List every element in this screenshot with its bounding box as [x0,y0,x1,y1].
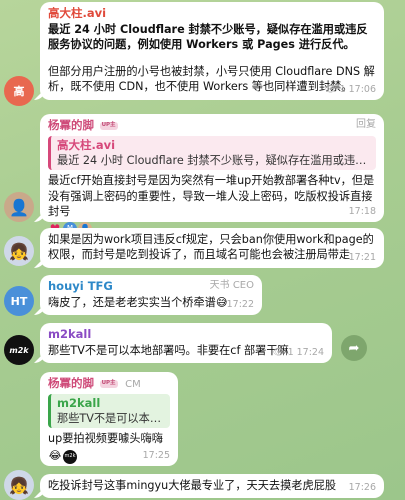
avatar-initial: HT [10,294,28,308]
reply-label: 回复 [356,119,376,130]
avatar-photo-icon: 👧 [9,241,29,261]
avatar-houyi[interactable]: HT [4,286,34,316]
avatar-photo-icon: 👧 [9,475,29,495]
role-label: 天书 CEO [209,280,254,291]
avatar-gaodazhu[interactable]: 高 [4,76,34,106]
quote-sender: 高大柱.avi [57,137,116,152]
message-bubble[interactable]: 吃投诉封号这事mingyu大佬最专业了，天天去摸老虎屁股 17:26 [40,474,384,498]
laugh-emoji-icon[interactable]: 😂 [48,449,62,464]
message-text: 如果是因为work项目违反cf规定，只会ban你使用work和page的权限，而… [48,233,374,262]
avatar-initial: 高 [13,85,25,98]
message-meta: 👁 1 17:06 [325,84,377,97]
avatar-anime[interactable]: 👧 [4,236,34,266]
quote-text: 那些TV不是可以本地部... [57,412,164,426]
reply-quote[interactable]: m2kall 那些TV不是可以本地部... [48,393,170,429]
message-bubble[interactable]: 杨冪的脚 UP主 CM m2kall 那些TV不是可以本地部... up要拍视频… [40,372,178,466]
message-text: 吃投诉封号这事mingyu大佬最专业了，天天去摸老虎屁股 [48,479,337,492]
role-label: CM [125,379,141,390]
share-button[interactable]: ➦ [341,335,367,361]
message-meta: 17:26 [349,482,376,495]
message-meta: 17:25 [143,450,170,463]
timestamp: 17:26 [348,482,376,494]
avatar-yangmi[interactable]: 👤 [4,192,34,222]
sender-name[interactable]: 杨冪的脚 [48,118,94,132]
share-icon: ➦ [348,340,360,356]
message-text: up要拍视频要噱头嗨嗨 [48,432,163,446]
sender-name[interactable]: 杨冪的脚 [48,376,94,390]
timestamp: 17:18 [348,206,376,218]
views-icon: 👁 [324,84,337,96]
views-icon: 👁 [272,347,285,359]
message-bubble[interactable]: houyi TFG 天书 CEO 嗨皮了，还是老老实实当个桥牵谱😅 17:22 [40,275,262,315]
up-badge: UP主 [99,122,118,130]
message-meta: 👁 1 17:24 [273,347,325,360]
avatar-initial: m2k [9,345,29,355]
timestamp: 17:21 [348,252,376,264]
up-badge: UP主 [99,380,118,388]
message-bubble[interactable]: 高大柱.avi 最近 24 小时 Cloudflare 封禁不少账号，疑似存在滥… [40,2,384,100]
views-count: 1 [287,347,294,359]
message-bubble[interactable]: m2kall 那些TV不是可以本地部署吗。非要在cf 部署干嘛 👁 1 17:2… [40,323,332,363]
avatar-anime[interactable]: 👧 [4,470,34,500]
message-text: 最近cf开始直接封号是因为突然有一堆up开始教部署各种tv，但是没有强调上密码的… [48,174,375,218]
sender-name[interactable]: m2kall [48,327,324,343]
views-count: 1 [339,84,346,96]
timestamp: 17:25 [142,450,170,462]
sender-name[interactable]: 高大柱.avi [48,6,376,22]
quote-text: 最近 24 小时 Cloudflare 封禁不少账号，疑似存在滥用或违反服务..… [57,154,370,168]
message-meta: 17:22 [227,299,254,312]
message-bubble[interactable]: 杨冪的脚 UP主 回复 高大柱.avi 最近 24 小时 Cloudflare … [40,114,384,237]
message-bubble[interactable]: 如果是因为work项目违反cf规定，只会ban你使用work和page的权限，而… [40,228,384,268]
timestamp: 17:22 [226,299,254,311]
reaction-avatar-m2k: m2k [63,449,77,464]
message-meta: 17:21 [349,252,376,265]
avatar-photo-icon: 👤 [9,197,29,217]
message-meta: 17:18 [349,206,376,219]
reply-quote[interactable]: 高大柱.avi 最近 24 小时 Cloudflare 封禁不少账号，疑似存在滥… [48,135,376,171]
timestamp: 17:06 [348,84,376,96]
avatar-m2kall[interactable]: m2k [4,335,34,365]
timestamp: 17:24 [296,347,324,359]
message-text: 嗨皮了，还是老老实实当个桥牵谱😅 [48,295,228,309]
quote-sender: m2kall [57,395,101,410]
message-text-bold: 最近 24 小时 Cloudflare 封禁不少账号，疑似存在滥用或违反服务协议… [48,22,368,51]
